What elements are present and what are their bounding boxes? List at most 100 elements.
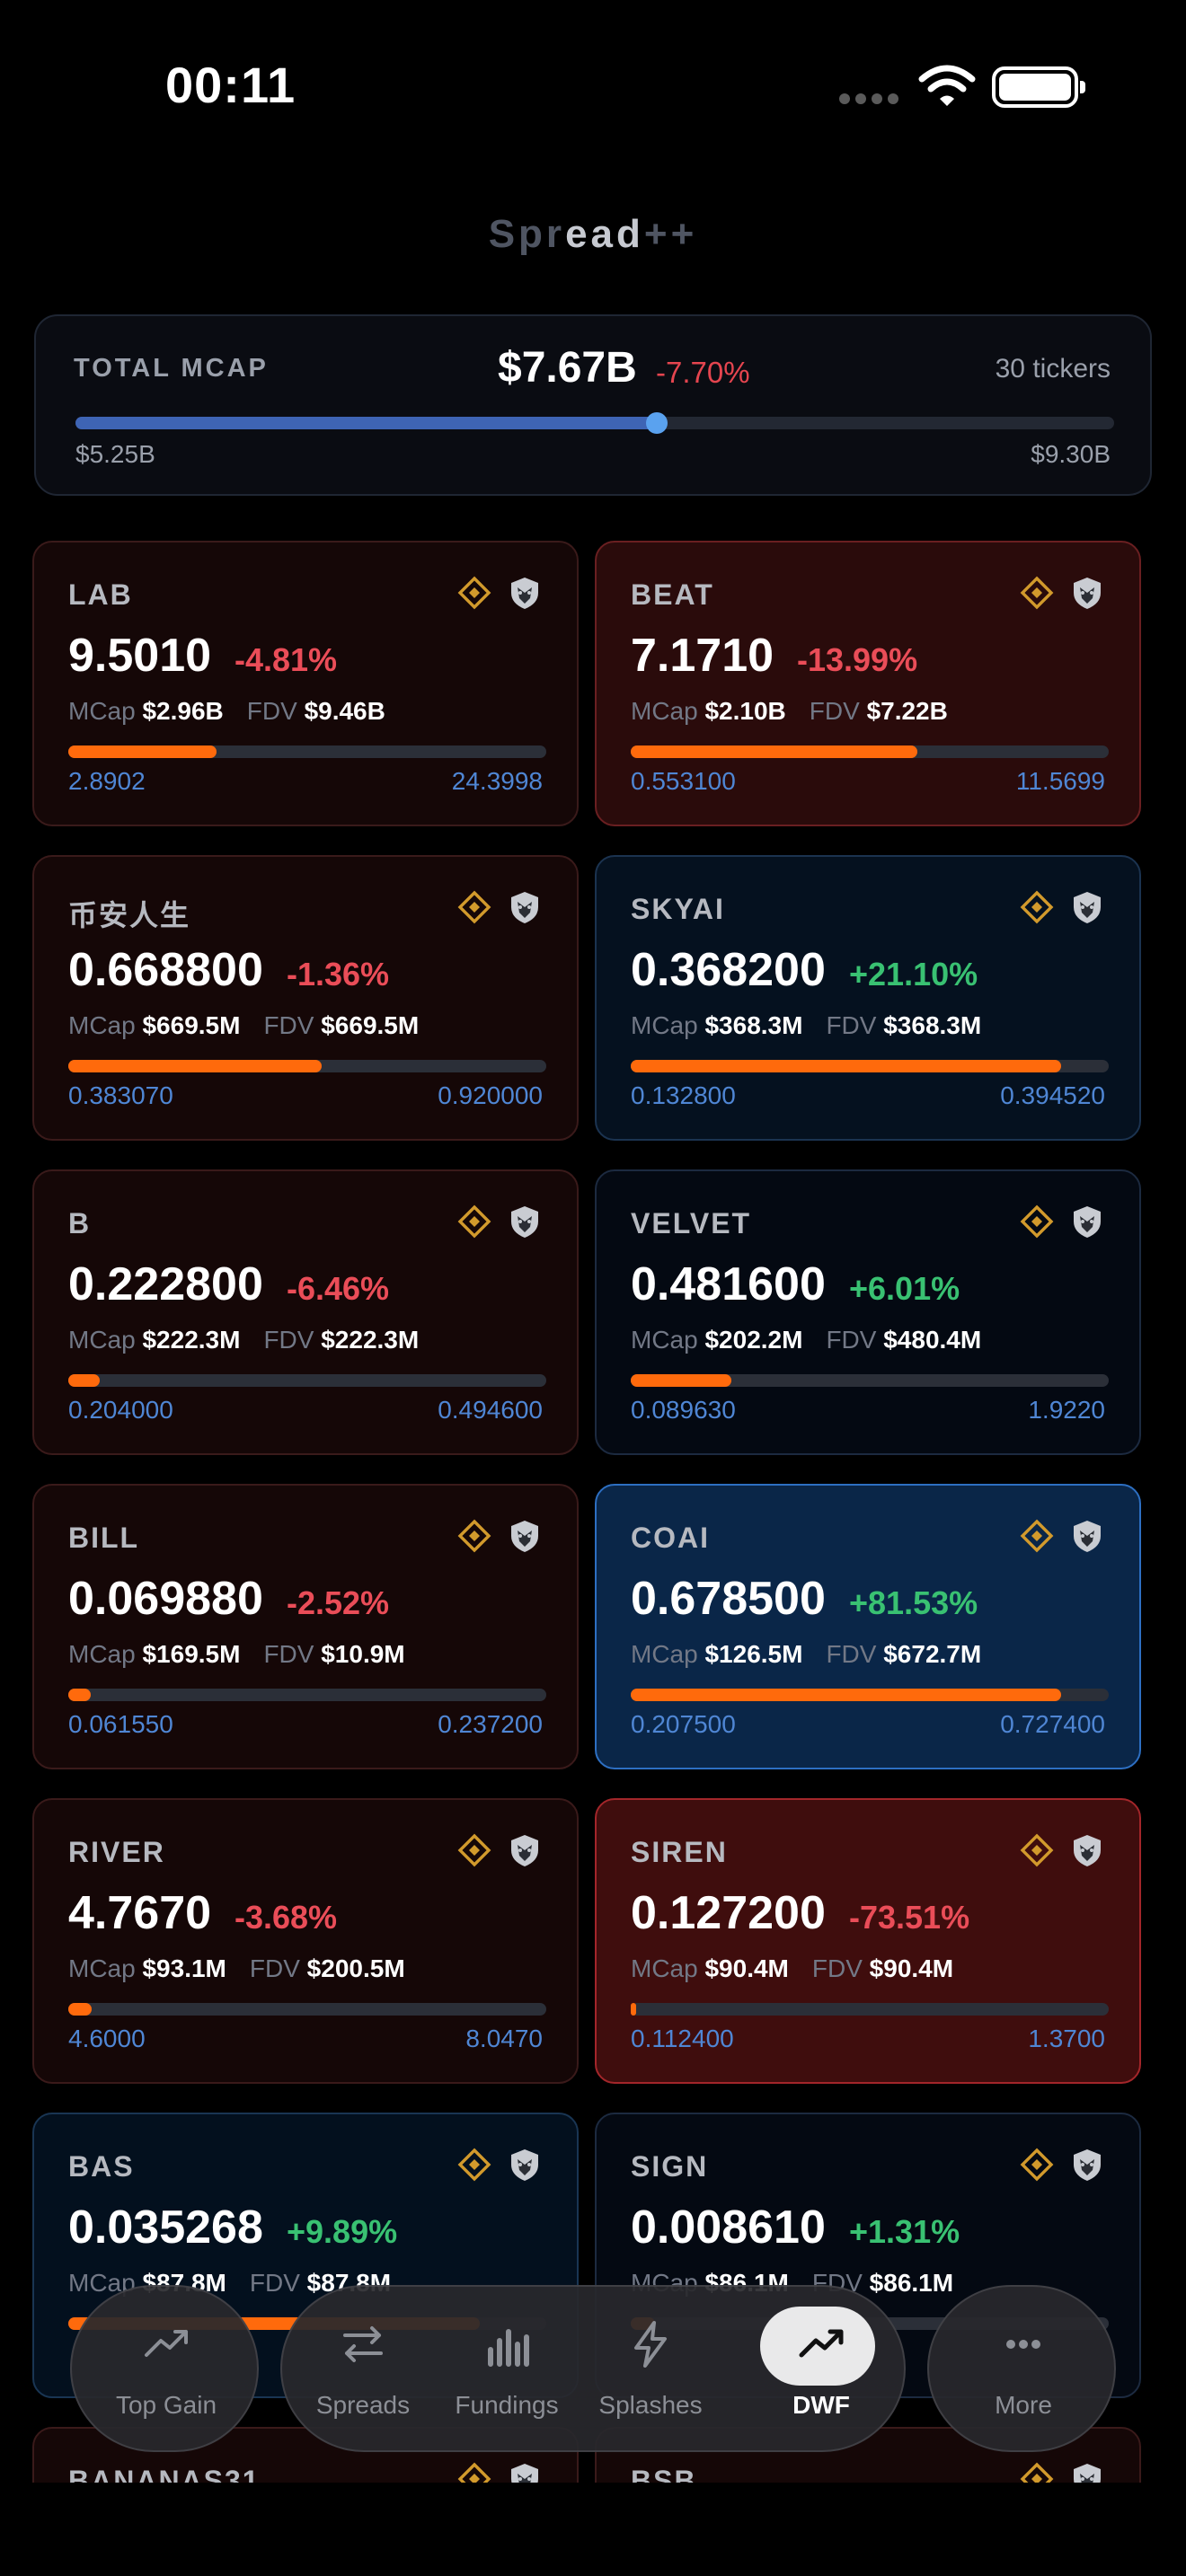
mcap-value: $368.3M <box>704 1011 803 1039</box>
total-mcap-card[interactable]: TOTAL MCAP $7.67B -7.70% 30 tickers $5.2… <box>34 314 1152 496</box>
tab-more[interactable]: More <box>951 2287 1095 2454</box>
binance-icon <box>457 1519 491 1553</box>
mcap-value: $222.3M <box>142 1326 241 1354</box>
binance-icon <box>457 2148 491 2182</box>
ticker-change: -1.36% <box>287 956 390 992</box>
bottom-safe-area <box>0 2483 1186 2576</box>
battery-icon <box>992 66 1085 108</box>
price-range-fill <box>68 1060 322 1072</box>
range-high: 0.920000 <box>438 1081 543 1109</box>
ticker-change: +21.10% <box>849 956 978 992</box>
mcap-value: $169.5M <box>142 1640 241 1668</box>
price-range-bar <box>631 1060 1109 1072</box>
ticker-card[interactable]: RIVER 4.7670 -3.68% MCap $93.1M FDV $200.5M 4… <box>32 1798 579 2084</box>
ticker-change: -6.46% <box>287 1270 390 1307</box>
binance-icon <box>457 1833 491 1867</box>
price-range-bar <box>68 1689 546 1701</box>
range-low: 0.204000 <box>68 1396 173 1424</box>
tab-spreads[interactable]: Spreads <box>291 2287 435 2454</box>
ticker-price: 0.678500 <box>631 1573 826 1625</box>
ticker-card[interactable]: SKYAI 0.368200 +21.10% MCap $368.3M FDV $368… <box>595 855 1141 1141</box>
ticker-card[interactable]: 币安人生 0.668800 -1.36% MCap $669.5M FDV $669.5… <box>32 855 579 1141</box>
exchange-icons <box>456 889 543 925</box>
exchange-icons <box>456 1518 543 1554</box>
ticker-price: 0.481600 <box>631 1258 826 1310</box>
fdv-label: FDV <box>826 1640 877 1668</box>
ticker-count: 30 tickers <box>995 354 1111 384</box>
exchange-icons <box>1019 575 1105 611</box>
tab-fundings[interactable]: Fundings <box>435 2287 579 2454</box>
total-mcap-marker <box>646 412 668 434</box>
ticker-card[interactable]: SIREN 0.127200 -73.51% MCap $90.4M FDV $90.4… <box>595 1798 1141 2084</box>
mcap-label: MCap <box>631 697 698 725</box>
fdv-label: FDV <box>811 1954 863 1982</box>
exchange-icons <box>456 1832 543 1868</box>
fdv-value: $368.3M <box>883 1011 982 1039</box>
ticker-change: +1.31% <box>849 2213 960 2250</box>
range-high: 11.5699 <box>1015 767 1105 795</box>
ticker-card[interactable]: B 0.222800 -6.46% MCap $222.3M FDV $222.3M 0.… <box>32 1169 579 1455</box>
tab-bar: Top Gain Spreads Fundings Splashes DWF M… <box>0 2281 1186 2461</box>
mcap-label: MCap <box>68 1326 136 1354</box>
fdv-label: FDV <box>263 1011 314 1039</box>
mcap-label: MCap <box>68 1011 136 1039</box>
tab-splashes[interactable]: Splashes <box>579 2287 722 2454</box>
owl-shield-icon <box>511 1521 538 1552</box>
fdv-value: $7.22B <box>866 697 948 725</box>
price-range-fill <box>631 2003 637 2016</box>
lightning-icon <box>634 2321 667 2368</box>
price-range-bar <box>631 2003 1109 2016</box>
fdv-value: $90.4M <box>869 1954 954 1982</box>
mcap-value: $93.1M <box>142 1954 226 1982</box>
ticker-change: -73.51% <box>849 1899 970 1936</box>
range-high: 0.494600 <box>438 1396 543 1424</box>
fdv-label: FDV <box>809 697 860 725</box>
ticker-change: -3.68% <box>235 1899 338 1936</box>
ticker-caps: MCap $126.5M FDV $672.7M <box>631 1640 981 1669</box>
range-high: 0.394520 <box>1000 1081 1105 1109</box>
range-low: 0.553100 <box>631 767 736 795</box>
ticker-card[interactable]: BEAT 7.1710 -13.99% MCap $2.10B FDV $7.22B 0.… <box>595 541 1141 826</box>
mcap-value: $126.5M <box>704 1640 803 1668</box>
ticker-card[interactable]: BILL 0.069880 -2.52% MCap $169.5M FDV $10.9M… <box>32 1484 579 1769</box>
ticker-caps: MCap $2.10B FDV $7.22B <box>631 697 948 726</box>
ticker-price: 0.069880 <box>68 1573 263 1625</box>
tab-group-right: More <box>927 2285 1116 2452</box>
price-range-fill <box>68 1374 100 1387</box>
price-range-bar <box>631 1689 1109 1701</box>
ticker-card[interactable]: COAI 0.678500 +81.53% MCap $126.5M FDV $672.… <box>595 1484 1141 1769</box>
fdv-value: $672.7M <box>883 1640 982 1668</box>
trending-up-icon <box>145 2330 188 2357</box>
ticker-card[interactable]: VELVET 0.481600 +6.01% MCap $202.2M FDV $480… <box>595 1169 1141 1455</box>
fdv-value: $200.5M <box>306 1954 405 1982</box>
ticker-price: 0.668800 <box>68 944 263 996</box>
ticker-caps: MCap $90.4M FDV $90.4M <box>631 1954 953 1983</box>
ticker-price: 0.035268 <box>68 2201 263 2254</box>
mcap-value: $2.10B <box>704 697 786 725</box>
ticker-price: 9.5010 <box>68 630 212 682</box>
ticker-price: 0.222800 <box>68 1258 263 1310</box>
ticker-card[interactable]: LAB 9.5010 -4.81% MCap $2.96B FDV $9.46B 2.89… <box>32 541 579 826</box>
ticker-symbol: 币安人生 <box>68 899 191 931</box>
total-mcap-min: $5.25B <box>75 440 155 468</box>
mcap-value: $669.5M <box>142 1011 241 1039</box>
ticker-symbol: VELVET <box>631 1207 752 1239</box>
exchange-icons <box>456 575 543 611</box>
ticker-grid: LAB 9.5010 -4.81% MCap $2.96B FDV $9.46B 2.89… <box>32 541 1141 2553</box>
owl-shield-icon <box>1074 2149 1101 2181</box>
total-mcap-value: $7.67B <box>498 344 637 392</box>
range-low: 0.061550 <box>68 1710 173 1738</box>
status-bar: 00:11 <box>0 0 1186 180</box>
ticker-caps: MCap $2.96B FDV $9.46B <box>68 697 385 726</box>
ticker-symbol: RIVER <box>68 1836 165 1868</box>
price-range-bar <box>68 1374 546 1387</box>
mcap-label: MCap <box>631 1640 698 1668</box>
ticker-change: +81.53% <box>849 1584 978 1621</box>
mcap-value: $202.2M <box>704 1326 803 1354</box>
total-mcap-label: TOTAL MCAP <box>74 354 269 383</box>
status-time: 00:11 <box>165 57 296 113</box>
mcap-value: $2.96B <box>142 697 224 725</box>
tab-dwf[interactable]: DWF <box>749 2287 893 2454</box>
ticker-symbol: SKYAI <box>631 893 725 925</box>
tab-top-gain[interactable]: Top Gain <box>94 2287 238 2454</box>
